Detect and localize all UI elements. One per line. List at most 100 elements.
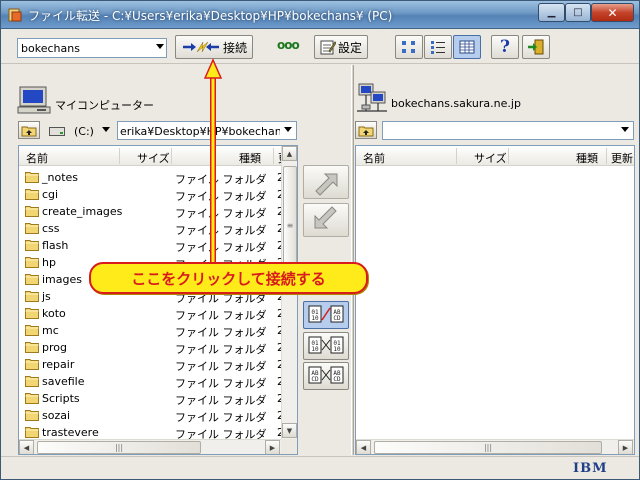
col-size-header[interactable]: サイズ [137,150,170,166]
local-list-header: 名前 サイズ 種類 更 [19,146,297,166]
svg-text:10: 10 [311,346,319,353]
file-name: koto [42,307,66,320]
file-type: ファイル フォルダ [175,309,267,322]
file-type: ファイル フォルダ [175,207,267,220]
mode-binary-icon: 01 10 01 10 [308,336,344,354]
transfer-mode-auto-button[interactable]: 01 10 AB CD [303,301,349,329]
remote-path-select[interactable] [382,121,634,140]
table-row[interactable]: create_imagesファイル フォルダ2 [19,203,297,220]
file-type: ファイル フォルダ [175,190,267,203]
maximize-button[interactable]: □ [565,3,591,22]
file-name: repair [42,358,75,371]
close-button[interactable]: ✕ [591,3,634,22]
chevron-down-icon [621,127,629,132]
folder-icon [25,376,39,387]
profile-value: bokechans [21,42,80,55]
table-row[interactable]: progファイル フォルダ2 [19,339,297,356]
table-row[interactable]: kotoファイル フォルダ2 [19,305,297,322]
scroll-up-button[interactable]: ▲ [282,146,297,161]
annotation-callout: ここをクリックして接続する [89,262,368,294]
local-file-list[interactable]: 名前 サイズ 種類 更 _notesファイル フォルダ2cgiファイル フォルダ… [18,145,298,455]
local-drive-select[interactable]: (C:) [45,121,115,140]
file-type: ファイル フォルダ [175,224,267,237]
remote-file-list[interactable]: 名前 サイズ 種類 更新 ◀ ||| ▶ [355,145,635,455]
view-list-button[interactable] [424,35,452,59]
svg-text:CD: CD [311,376,319,383]
col-size-header[interactable]: サイズ [474,150,507,166]
col-name-header[interactable]: 名前 [26,150,48,166]
maximize-icon: □ [573,6,583,18]
transfer-mode-binary-button[interactable]: 01 10 01 10 [303,332,349,360]
remote-site-label: bokechans.sakura.ne.jp [391,97,521,110]
connect-button[interactable]: 接続 [175,35,253,59]
file-name: savefile [42,375,85,388]
col-type-header[interactable]: 種類 [239,150,261,166]
local-horizontal-scrollbar[interactable]: ◀ ||| ▶ [19,439,281,454]
chevron-down-icon [284,127,292,132]
folder-icon [25,427,39,438]
folder-up-icon [21,126,37,136]
view-details-button[interactable] [453,35,481,59]
settings-label: 設定 [337,40,362,55]
minimize-button[interactable]: ▁ [538,3,565,22]
list-view-icon [431,41,445,54]
col-name-header[interactable]: 名前 [363,150,385,166]
file-name: mc [42,324,59,337]
local-site-label: マイコンピューター [55,99,154,112]
table-row[interactable]: flashファイル フォルダ2 [19,237,297,254]
table-row[interactable]: mcファイル フォルダ2 [19,322,297,339]
details-view-icon [459,40,475,54]
scroll-thumb[interactable]: ||| [374,441,602,454]
folder-icon [25,308,39,319]
svg-text:10: 10 [333,346,341,353]
local-path-select[interactable]: erika¥Desktop¥HP¥bokechans¥ [117,121,297,140]
view-icons-button[interactable] [395,35,423,59]
remote-parent-folder-button[interactable] [355,121,377,139]
local-pane: マイコンピューター (C:) erika¥Desktop¥HP¥bokechan… [1,65,321,455]
table-row[interactable]: repairファイル フォルダ2 [19,356,297,373]
pane-splitter[interactable] [351,65,354,455]
file-name: _notes [42,171,79,184]
close-icon: ✕ [607,5,618,20]
profile-select[interactable]: bokechans [17,38,167,58]
arrow-up-right-icon [315,173,338,196]
folder-icon [25,410,39,421]
chevron-down-icon [102,127,110,132]
file-name: prog [42,341,67,354]
file-name: hp [42,256,56,269]
large-icons-view-icon [402,41,415,53]
toolbar: bokechans 接続 ooo 設定 ? [1,30,639,64]
remote-horizontal-scrollbar[interactable]: ◀ ||| ▶ [356,439,634,454]
exit-button[interactable] [522,35,550,59]
download-button[interactable] [303,203,349,237]
scroll-down-button[interactable]: ▼ [282,423,297,438]
file-type: ファイル フォルダ [175,377,267,390]
transfer-mode-ascii-button[interactable]: AB CD AB CD [303,362,349,390]
scroll-right-button[interactable]: ▶ [618,440,633,454]
table-row[interactable]: _notesファイル フォルダ2 [19,169,297,186]
scroll-left-button[interactable]: ◀ [356,440,371,454]
table-row[interactable]: savefileファイル フォルダ2 [19,373,297,390]
table-row[interactable]: sozaiファイル フォルダ2 [19,407,297,424]
help-button[interactable]: ? [491,35,519,59]
settings-button[interactable]: 設定 [314,35,368,59]
svg-text:CD: CD [333,315,341,322]
scroll-left-button[interactable]: ◀ [19,440,34,454]
file-name: images [42,273,82,286]
table-row[interactable]: Scriptsファイル フォルダ2 [19,390,297,407]
table-row[interactable]: cgiファイル フォルダ2 [19,186,297,203]
upload-button[interactable] [303,165,349,199]
title-bar[interactable]: ファイル転送 - C:¥Users¥erika¥Desktop¥HP¥bokec… [1,1,639,29]
col-type-header[interactable]: 種類 [576,150,598,166]
scroll-thumb[interactable]: ||| [37,441,201,454]
table-row[interactable]: cssファイル フォルダ2 [19,220,297,237]
col-modified-header[interactable]: 更新 [611,150,633,166]
local-parent-folder-button[interactable] [18,121,40,139]
svg-text:CD: CD [333,376,341,383]
help-icon: ? [500,37,510,57]
scroll-right-button[interactable]: ▶ [265,440,280,454]
status-dots: ooo [277,38,300,52]
folder-icon [25,257,39,268]
folder-icon [25,291,39,302]
status-bar: IBM [1,456,639,479]
